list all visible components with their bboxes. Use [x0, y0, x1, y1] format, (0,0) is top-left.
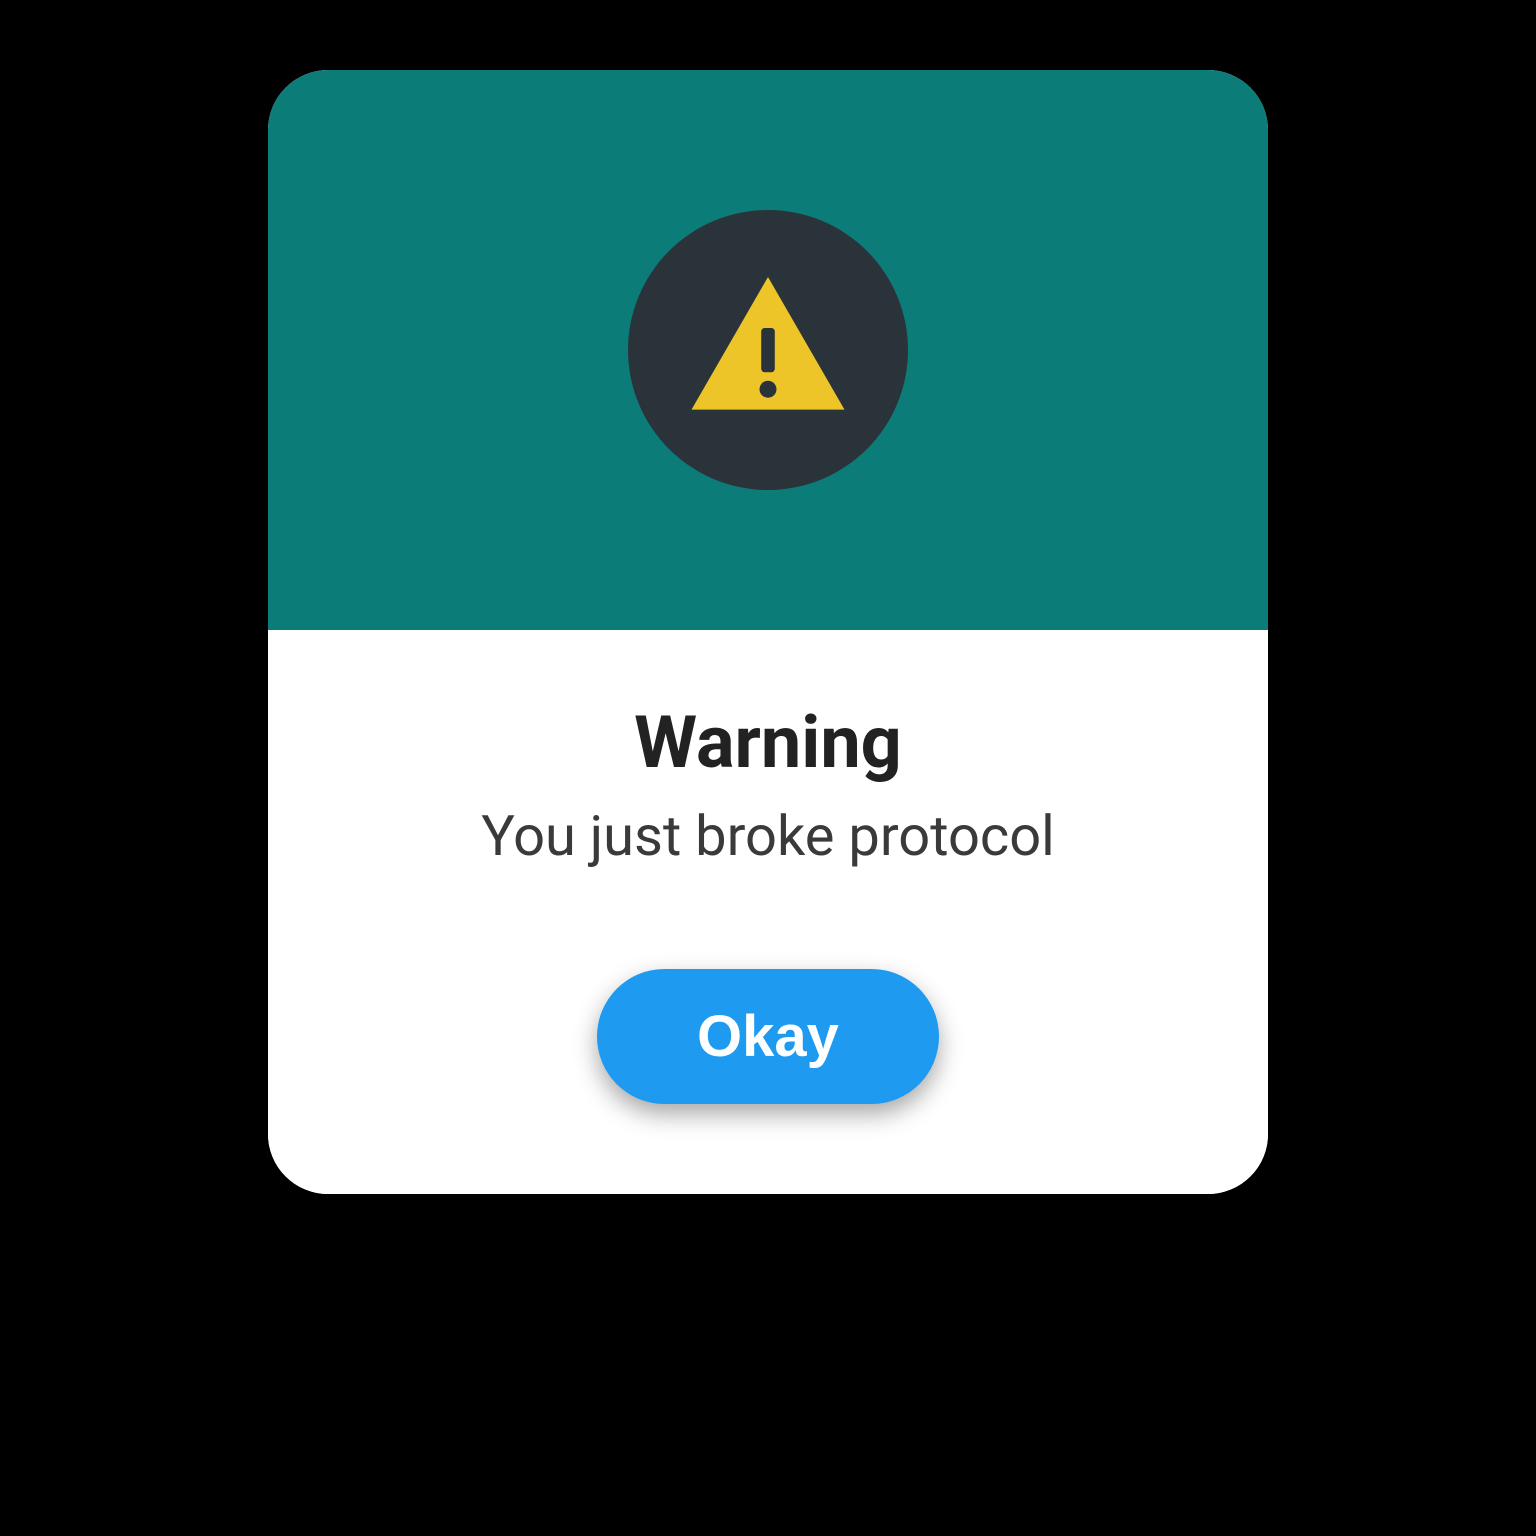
dialog-message: You just broke protocol [308, 803, 1228, 869]
dialog-header [268, 70, 1268, 630]
okay-button[interactable]: Okay [597, 969, 939, 1104]
dialog-body: Warning You just broke protocol Okay [268, 630, 1268, 1194]
warning-dialog: Warning You just broke protocol Okay [268, 70, 1268, 1194]
dialog-title: Warning [308, 700, 1228, 785]
warning-icon-circle [628, 210, 908, 490]
warning-triangle-icon [683, 270, 853, 430]
